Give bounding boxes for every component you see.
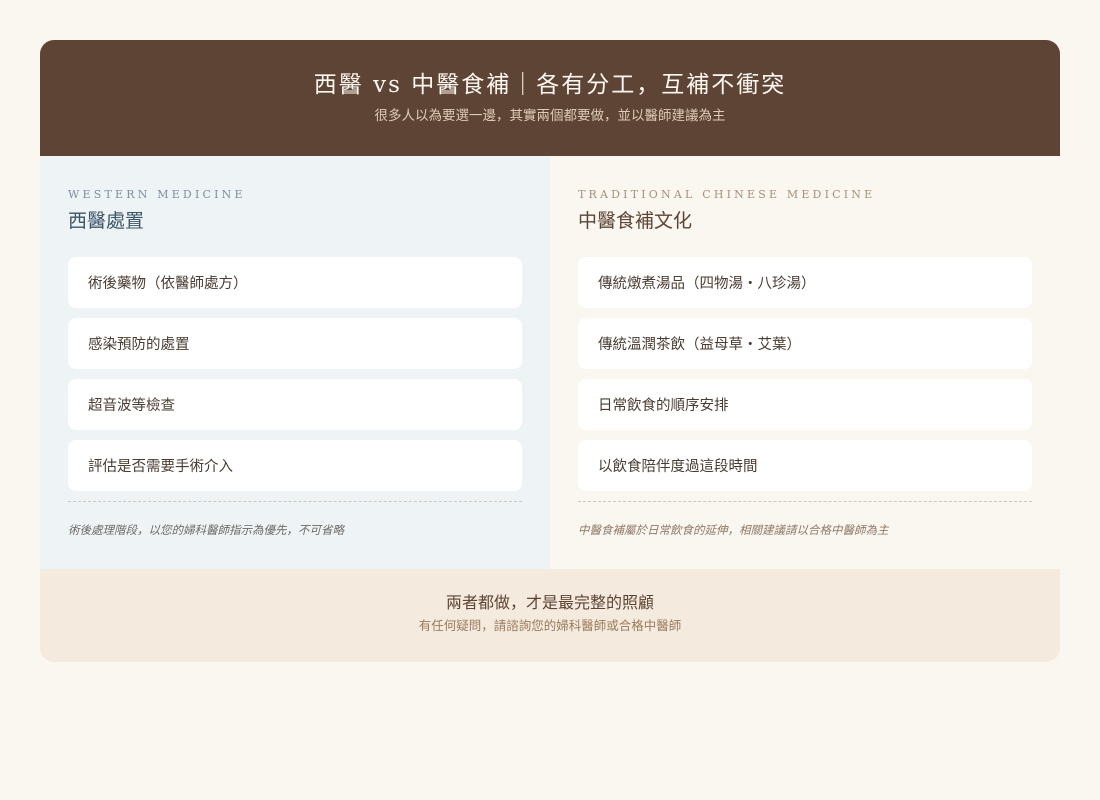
western-title: 西醫處置 bbox=[68, 210, 145, 232]
western-note: 術後處理階段，以您的婦科醫師指示為優先，不可省略 bbox=[68, 523, 344, 537]
western-eyebrow: WESTERN MEDICINE bbox=[68, 188, 246, 201]
header-banner: 西醫 vs 中醫食補｜各有分工，互補不衝突 很多人以為要選一邊，其實兩個都要做，… bbox=[40, 40, 1060, 156]
western-item: 感染預防的處置 bbox=[68, 318, 522, 369]
tcm-eyebrow: TRADITIONAL CHINESE MEDICINE bbox=[578, 188, 876, 201]
tcm-note: 中醫食補屬於日常飲食的延伸，相關建議請以合格中醫師為主 bbox=[578, 523, 889, 537]
footer-subtitle: 有任何疑問，請諮詢您的婦科醫師或合格中醫師 bbox=[418, 618, 682, 633]
footer-banner: 兩者都做，才是最完整的照顧 有任何疑問，請諮詢您的婦科醫師或合格中醫師 bbox=[40, 569, 1060, 662]
comparison-columns: WESTERN MEDICINE 西醫處置 術後藥物（依醫師處方） 感染預防的處… bbox=[40, 156, 1060, 569]
page-subtitle: 很多人以為要選一邊，其實兩個都要做，並以醫師建議為主 bbox=[374, 108, 726, 124]
footer-title: 兩者都做，才是最完整的照顧 bbox=[445, 593, 654, 612]
western-medicine-column: WESTERN MEDICINE 西醫處置 術後藥物（依醫師處方） 感染預防的處… bbox=[40, 156, 550, 569]
tcm-item: 日常飲食的順序安排 bbox=[578, 379, 1032, 430]
western-item: 評估是否需要手術介入 bbox=[68, 440, 522, 491]
tcm-item: 傳統燉煮湯品（四物湯・八珍湯） bbox=[578, 257, 1032, 308]
tcm-item: 以飲食陪伴度過這段時間 bbox=[578, 440, 1032, 491]
comparison-card: 西醫 vs 中醫食補｜各有分工，互補不衝突 很多人以為要選一邊，其實兩個都要做，… bbox=[40, 40, 1060, 662]
tcm-title: 中醫食補文化 bbox=[578, 210, 693, 232]
tcm-column: TRADITIONAL CHINESE MEDICINE 中醫食補文化 傳統燉煮… bbox=[550, 156, 1060, 569]
tcm-divider bbox=[578, 501, 1032, 502]
western-item-list: 術後藥物（依醫師處方） 感染預防的處置 超音波等檢查 評估是否需要手術介入 bbox=[68, 257, 522, 491]
tcm-item: 傳統溫潤茶飲（益母草・艾葉） bbox=[578, 318, 1032, 369]
western-item: 超音波等檢查 bbox=[68, 379, 522, 430]
western-item: 術後藥物（依醫師處方） bbox=[68, 257, 522, 308]
page-title: 西醫 vs 中醫食補｜各有分工，互補不衝突 bbox=[313, 72, 787, 98]
western-divider bbox=[68, 501, 522, 502]
tcm-item-list: 傳統燉煮湯品（四物湯・八珍湯） 傳統溫潤茶飲（益母草・艾葉） 日常飲食的順序安排… bbox=[578, 257, 1032, 491]
